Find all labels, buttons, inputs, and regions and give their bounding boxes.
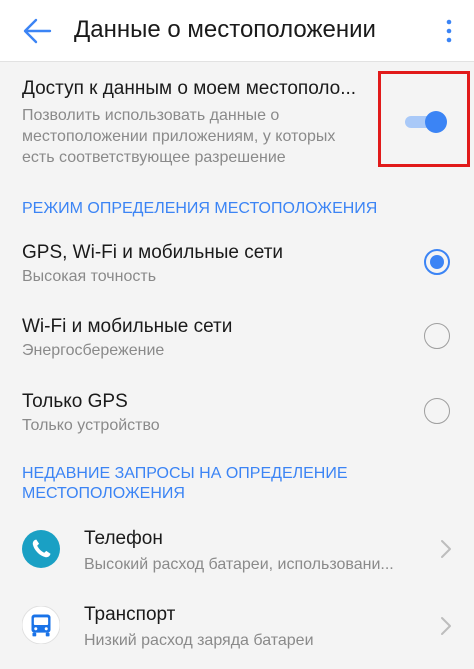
mode-option-subtitle: Энергосбережение — [22, 342, 165, 359]
recent-app-name: Транспорт — [84, 604, 176, 625]
mode-option-subtitle: Высокая точность — [22, 268, 157, 285]
recent-app-row-transport[interactable]: Транспорт Низкий расход заряда батареи — [0, 590, 474, 669]
radio-button[interactable] — [424, 398, 450, 424]
location-access-description-line-1: Позволить использовать данные о — [22, 107, 280, 124]
mode-option-title: Только GPS — [22, 391, 128, 412]
location-access-description-line-2: местоположении приложениям, у которых — [22, 128, 336, 145]
more-vertical-icon[interactable] — [444, 17, 454, 45]
page-title: Данные о местоположении — [74, 16, 376, 43]
mode-option-title: Wi-Fi и мобильные сети — [22, 316, 233, 337]
section-header-recent-requests-line-1: НЕДАВНИЕ ЗАПРОСЫ НА ОПРЕДЕЛЕНИЕ — [22, 465, 348, 482]
location-toggle-switch[interactable] — [402, 108, 450, 136]
chevron-right-icon — [441, 617, 451, 635]
radio-button[interactable] — [424, 323, 450, 349]
radio-button-selected[interactable] — [424, 249, 450, 275]
recent-app-detail: Низкий расход заряда батареи — [84, 632, 314, 649]
location-access-description-line-3: есть соответствующее разрешение — [22, 149, 286, 166]
section-header-location-mode: РЕЖИМ ОПРЕДЕЛЕНИЯ МЕСТОПОЛОЖЕНИЯ — [22, 200, 378, 217]
chevron-right-icon — [441, 540, 451, 558]
mode-option-battery-saving[interactable]: Wi-Fi и мобильные сети Энергосбережение — [0, 302, 474, 372]
phone-icon — [22, 530, 60, 568]
mode-option-high-accuracy[interactable]: GPS, Wi-Fi и мобильные сети Высокая точн… — [0, 228, 474, 298]
mode-option-device-only[interactable]: Только GPS Только устройство — [0, 377, 474, 447]
mode-option-subtitle: Только устройство — [22, 417, 160, 434]
arrow-left-icon[interactable] — [22, 17, 52, 45]
bus-icon — [22, 606, 60, 644]
top-app-bar: Данные о местоположении — [0, 0, 474, 62]
location-access-title: Доступ к данным о моем местополо... — [22, 78, 357, 99]
recent-app-name: Телефон — [84, 528, 163, 549]
recent-app-detail: Высокий расход батареи, использовани... — [84, 556, 394, 573]
recent-app-row-phone[interactable]: Телефон Высокий расход батареи, использо… — [0, 514, 474, 588]
mode-option-title: GPS, Wi-Fi и мобильные сети — [22, 242, 284, 263]
section-header-recent-requests-line-2: МЕСТОПОЛОЖЕНИЯ — [22, 485, 185, 502]
